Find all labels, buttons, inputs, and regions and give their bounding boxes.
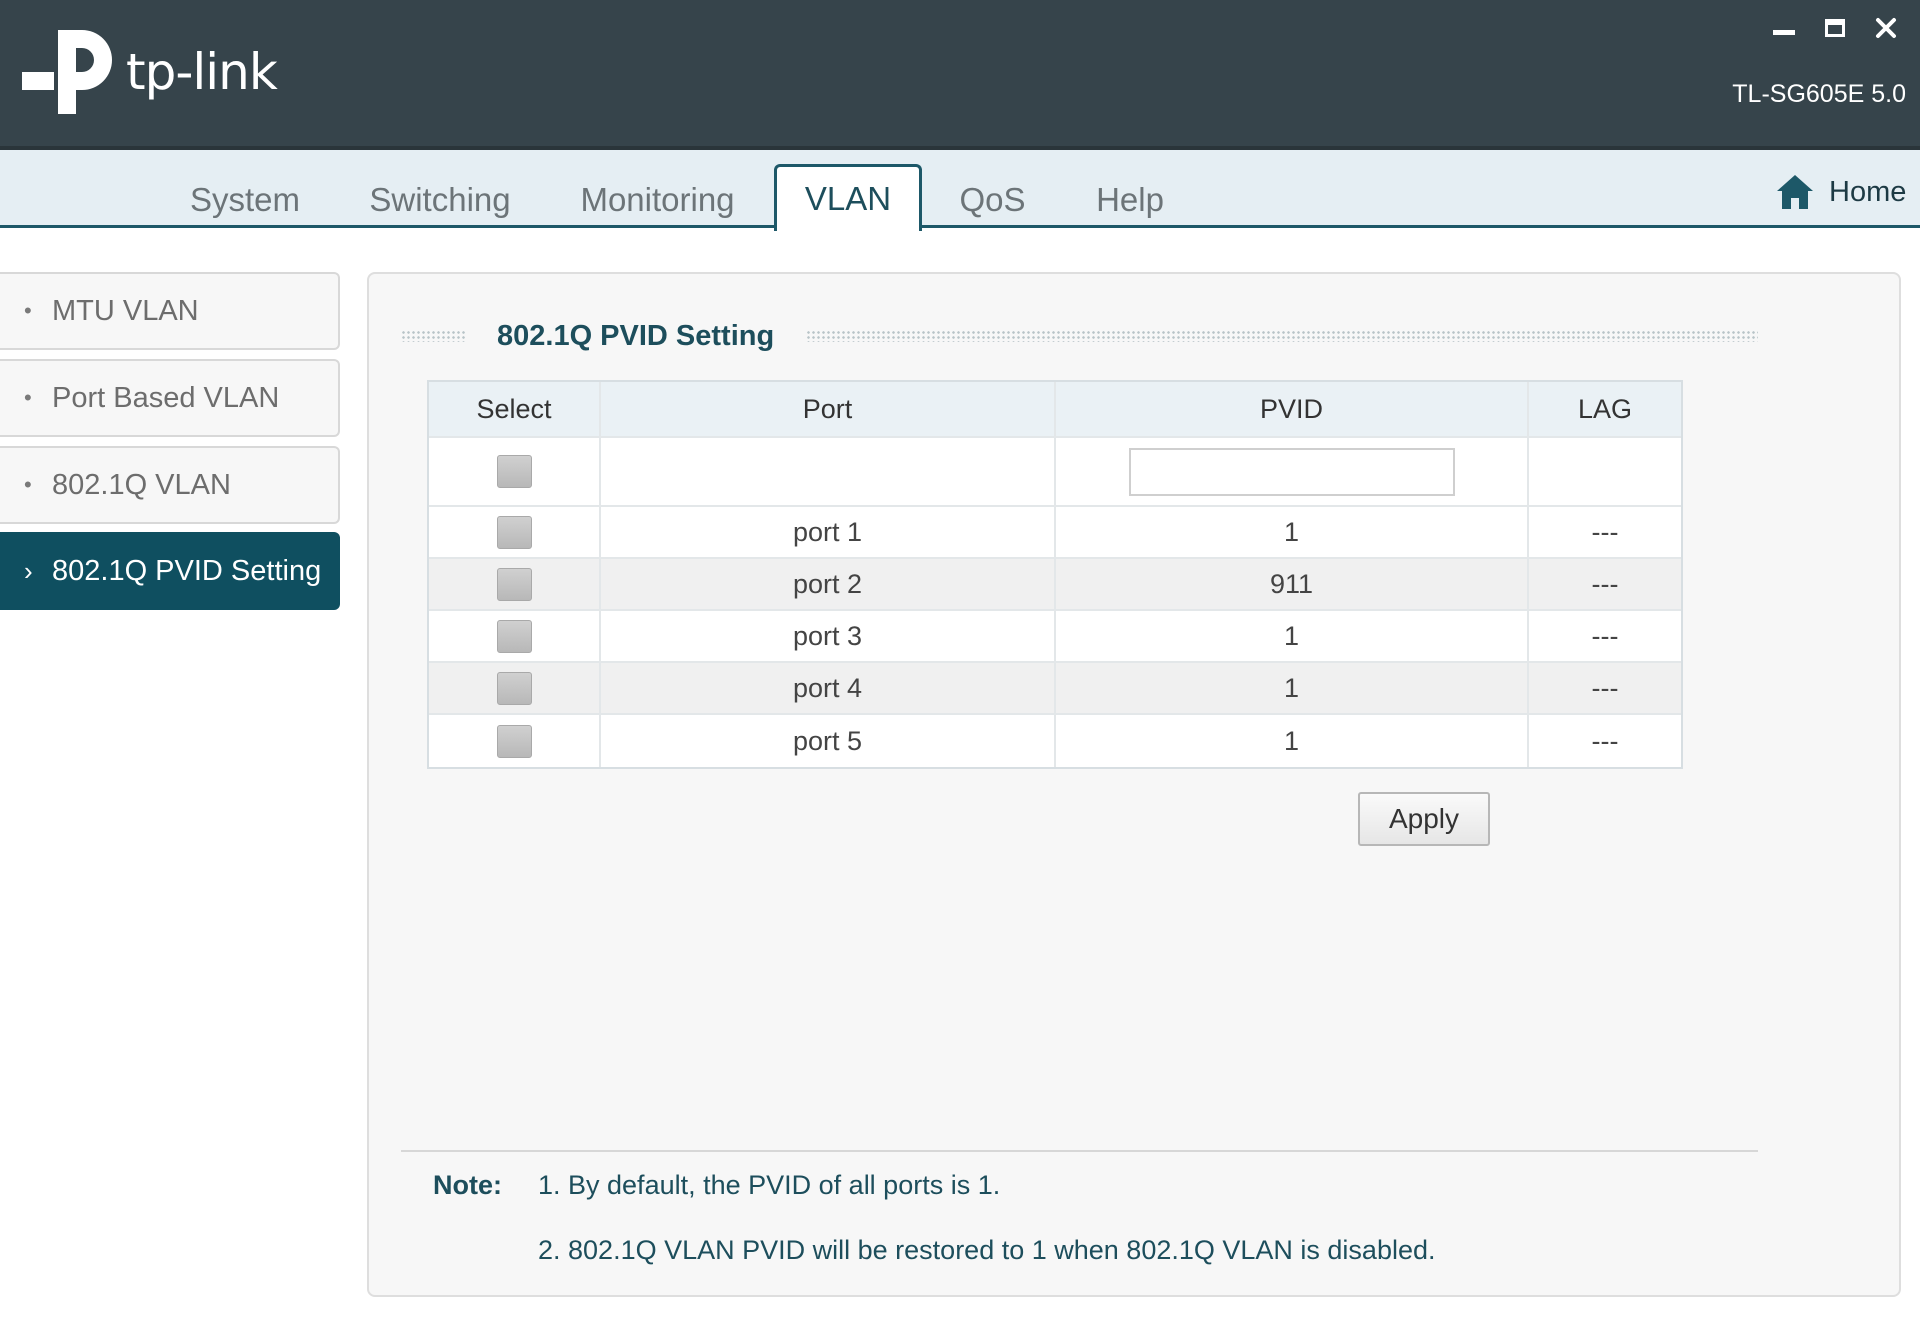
sidebar-item-label: 802.1Q VLAN xyxy=(52,468,231,501)
sidebar-item-label: MTU VLAN xyxy=(52,294,199,327)
note-line-1: 1. By default, the PVID of all ports is … xyxy=(538,1170,1001,1200)
header-port: Port xyxy=(601,382,1056,436)
port-cell: port 5 xyxy=(601,715,1056,767)
port-checkbox[interactable] xyxy=(496,671,532,705)
note-label: Note: xyxy=(433,1170,502,1200)
close-icon[interactable] xyxy=(1866,12,1906,44)
lag-cell: --- xyxy=(1591,725,1619,756)
table-row: port 5 1 --- xyxy=(429,715,1681,767)
select-all-checkbox[interactable] xyxy=(496,455,532,488)
port-cell: port 4 xyxy=(601,663,1056,713)
table-row: port 2 911 --- xyxy=(429,559,1681,611)
home-label: Home xyxy=(1829,175,1907,208)
sidebar-item-mtu-vlan[interactable]: • MTU VLAN xyxy=(0,272,340,350)
pvid-cell: 1 xyxy=(1056,715,1529,767)
sidebar-item-8021q-pvid-setting[interactable]: › 802.1Q PVID Setting xyxy=(0,532,340,610)
pvid-cell: 1 xyxy=(1056,663,1529,713)
port-cell: port 1 xyxy=(601,507,1056,557)
pvid-cell: 911 xyxy=(1056,559,1529,609)
header-pvid: PVID xyxy=(1056,382,1529,436)
section-title: 802.1Q PVID Setting xyxy=(497,319,775,352)
home-link[interactable]: Home xyxy=(1775,170,1906,214)
bullet-icon: • xyxy=(24,298,32,323)
pvid-table: Select Port PVID LAG port 1 1 --- port 2… xyxy=(427,380,1683,769)
note-divider xyxy=(401,1150,1758,1152)
sidebar-item-port-based-vlan[interactable]: • Port Based VLAN xyxy=(0,359,340,437)
port-checkbox[interactable] xyxy=(496,619,532,653)
chevron-right-icon: › xyxy=(24,555,33,586)
main-nav: System Switching Monitoring VLAN QoS Hel… xyxy=(0,150,1920,231)
tab-qos[interactable]: QoS xyxy=(950,172,1035,228)
bullet-icon: • xyxy=(24,472,32,497)
tab-help[interactable]: Help xyxy=(1085,172,1175,228)
table-header-row: Select Port PVID LAG xyxy=(429,382,1681,438)
sidebar-item-label: Port Based VLAN xyxy=(52,381,280,414)
content-panel: 802.1Q PVID Setting Select Port PVID LAG… xyxy=(367,272,1901,1297)
pvid-cell: 1 xyxy=(1056,611,1529,661)
port-cell: port 2 xyxy=(601,559,1056,609)
table-row: port 1 1 --- xyxy=(429,507,1681,559)
note-line-2: 2. 802.1Q VLAN PVID will be restored to … xyxy=(538,1235,1436,1265)
tab-system[interactable]: System xyxy=(175,172,315,228)
minimize-icon[interactable] xyxy=(1764,12,1804,44)
table-row: port 4 1 --- xyxy=(429,663,1681,715)
lag-cell: --- xyxy=(1591,516,1619,547)
tab-switching[interactable]: Switching xyxy=(360,172,520,228)
port-checkbox[interactable] xyxy=(496,515,532,549)
pvid-input[interactable] xyxy=(1128,447,1455,496)
dotted-divider xyxy=(806,330,1758,342)
port-cell: port 3 xyxy=(601,611,1056,661)
port-checkbox[interactable] xyxy=(496,724,532,758)
tp-link-logo-icon xyxy=(22,30,112,114)
lag-cell: --- xyxy=(1591,620,1619,651)
device-model: TL-SG605E 5.0 xyxy=(1732,80,1906,108)
tp-link-logo: tp-link xyxy=(20,22,278,122)
maximize-icon[interactable] xyxy=(1815,12,1855,44)
apply-button[interactable]: Apply xyxy=(1358,792,1490,846)
app-header: tp-link TL-SG605E 5.0 xyxy=(0,0,1920,150)
tab-monitoring[interactable]: Monitoring xyxy=(570,172,745,228)
pvid-cell: 1 xyxy=(1056,507,1529,557)
port-checkbox[interactable] xyxy=(496,567,532,601)
sidebar-item-label: 802.1Q PVID Setting xyxy=(52,554,322,587)
lag-cell: --- xyxy=(1591,568,1619,599)
dotted-divider xyxy=(401,330,465,342)
bullet-icon: • xyxy=(24,385,32,410)
logo-text: tp-link xyxy=(126,43,278,101)
table-filter-row xyxy=(429,438,1681,507)
table-row: port 3 1 --- xyxy=(429,611,1681,663)
header-select: Select xyxy=(429,382,601,436)
tab-vlan[interactable]: VLAN xyxy=(774,164,922,231)
sidebar-item-8021q-vlan[interactable]: • 802.1Q VLAN xyxy=(0,446,340,524)
header-lag: LAG xyxy=(1577,393,1633,424)
lag-cell: --- xyxy=(1591,672,1619,703)
section-header: 802.1Q PVID Setting xyxy=(401,314,1758,358)
home-icon xyxy=(1777,175,1813,209)
